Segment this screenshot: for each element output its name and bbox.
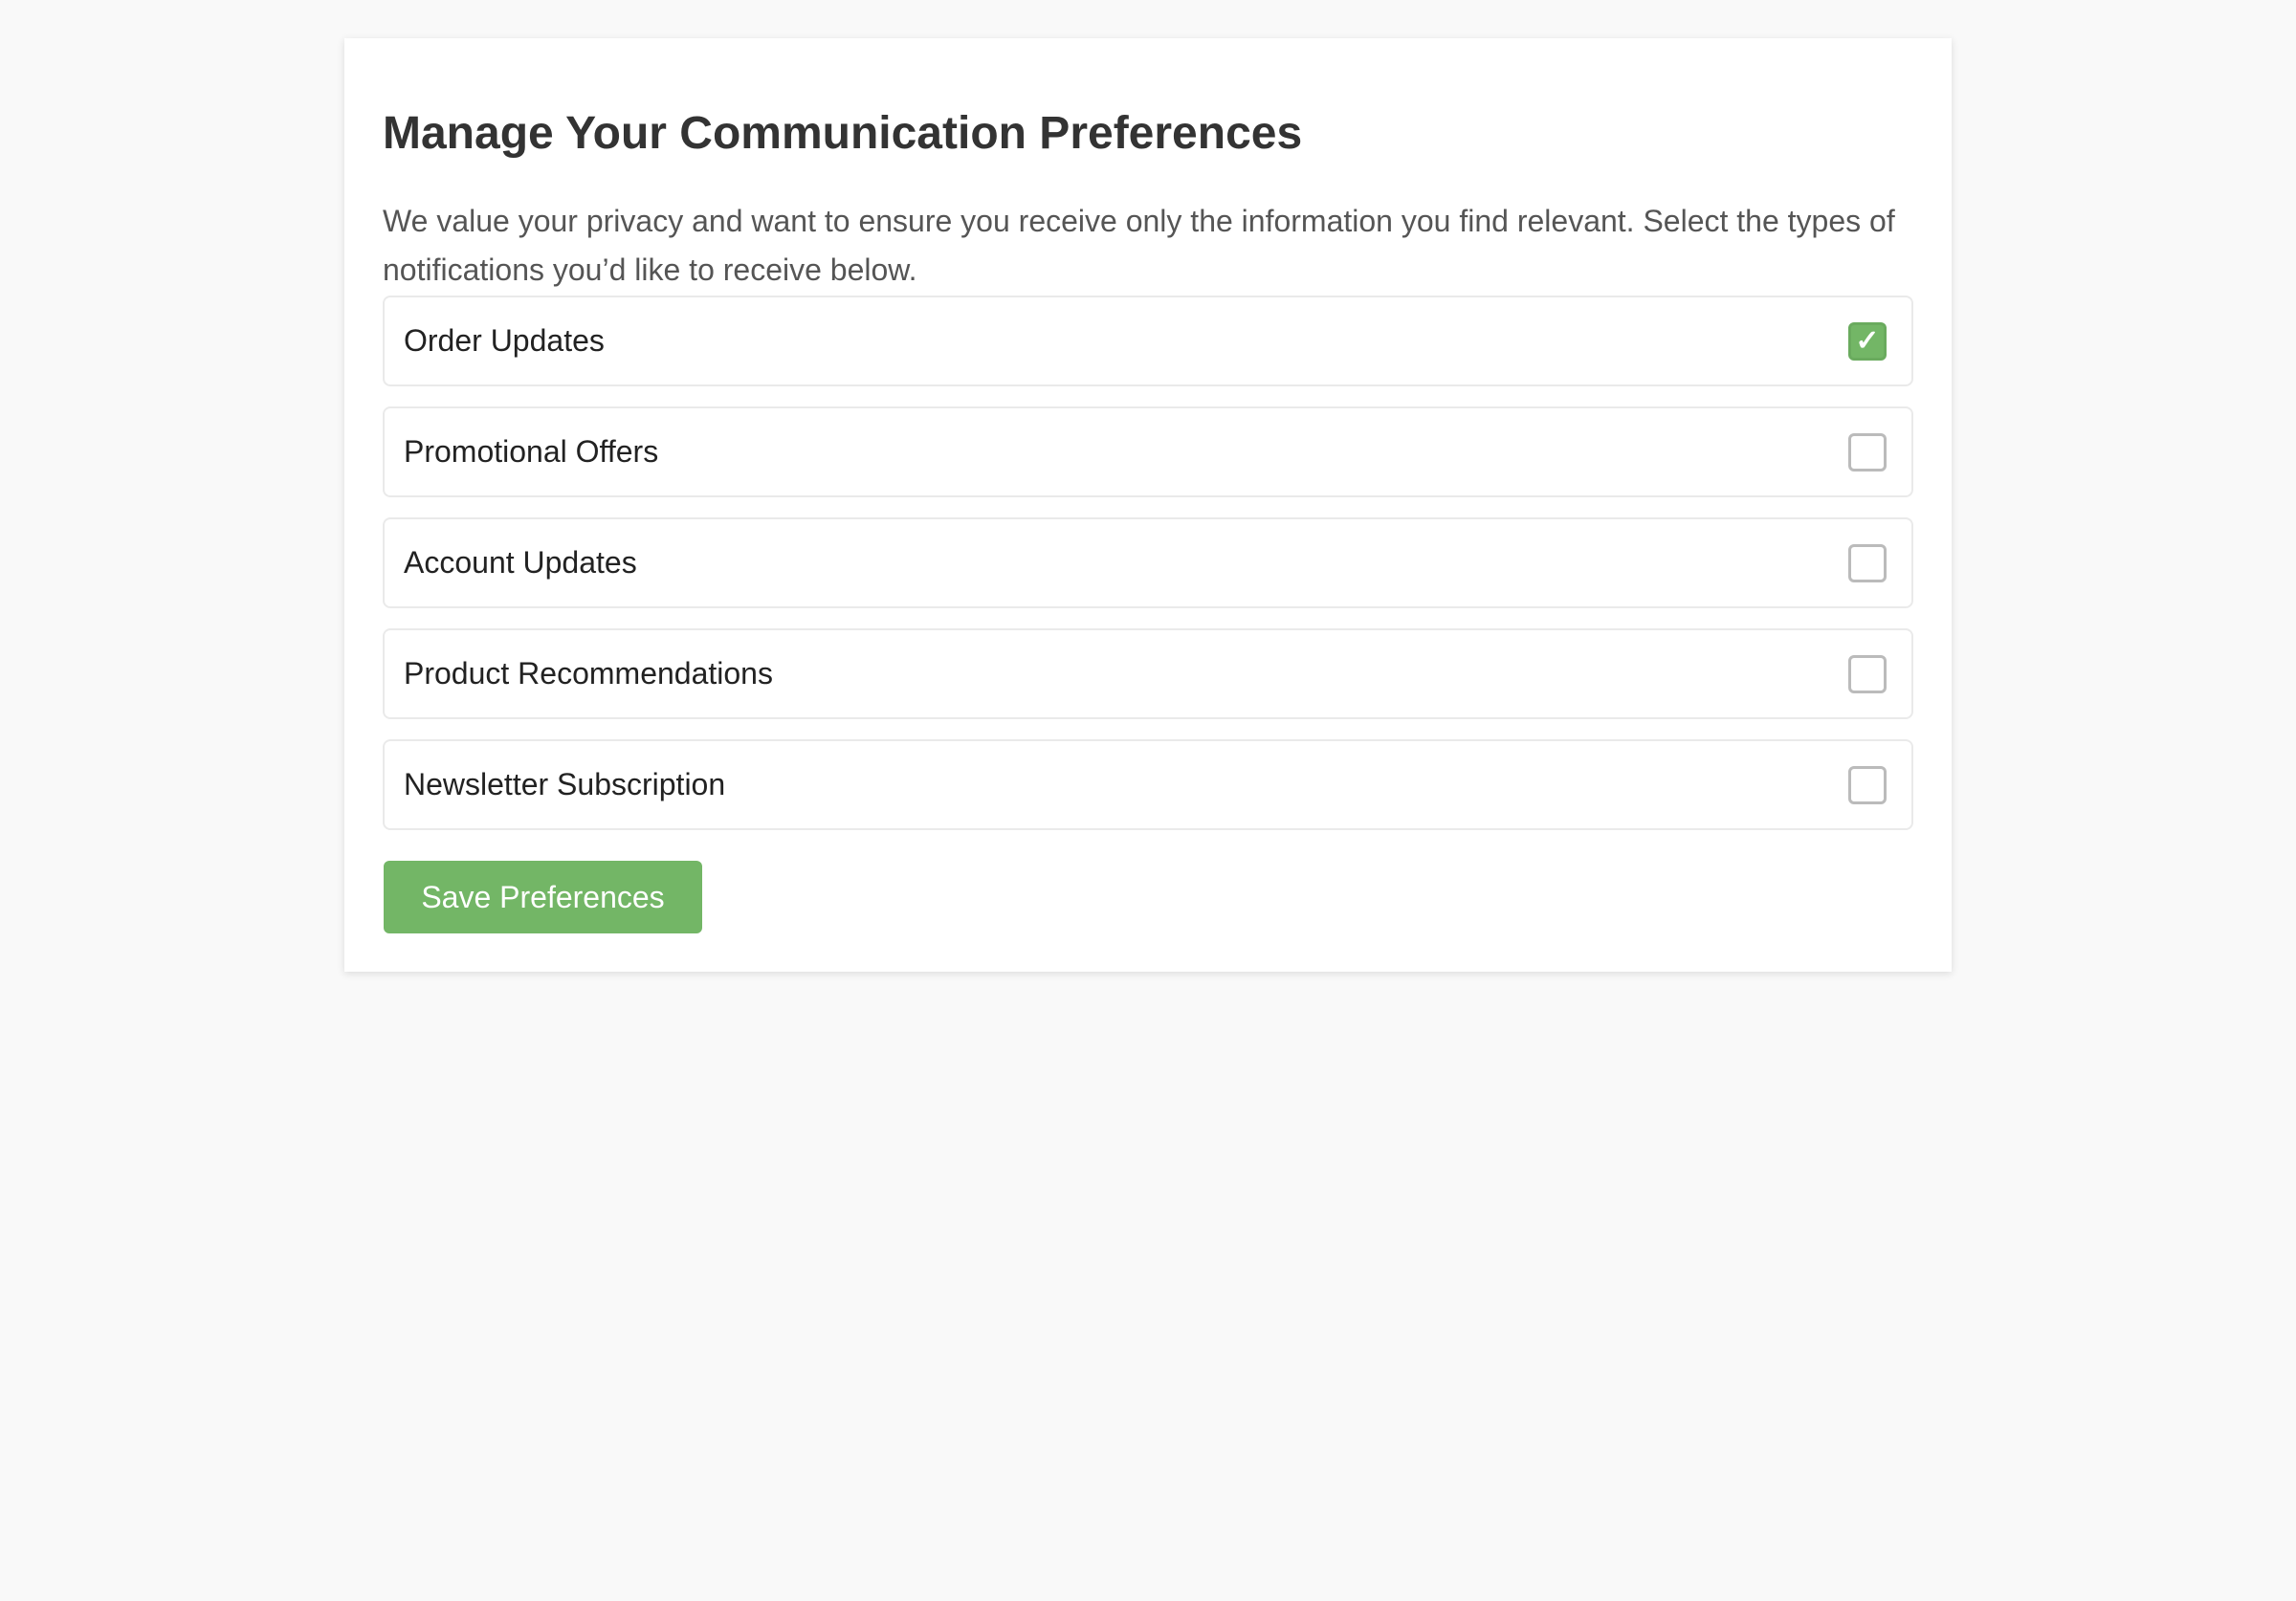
page-description: We value your privacy and want to ensure…	[383, 204, 1895, 287]
preference-checkbox[interactable]: ✓	[1848, 321, 1887, 361]
page-title: Manage Your Communication Preferences	[383, 108, 1303, 159]
preference-label: Account Updates	[404, 545, 637, 580]
preference-label: Newsletter Subscription	[404, 767, 726, 801]
checkmark-icon: ✓	[1855, 325, 1880, 357]
preference-label: Product Recommendations	[404, 656, 773, 691]
preference-checkbox[interactable]	[1848, 654, 1887, 693]
save-preferences-button[interactable]: Save Preferences	[384, 861, 702, 933]
preferences-list: Order Updates ✓ Promotional Offers Accou…	[383, 296, 1913, 850]
preference-checkbox[interactable]	[1848, 543, 1887, 582]
preference-promotional-offers[interactable]: Promotional Offers	[383, 406, 1913, 497]
preference-order-updates[interactable]: Order Updates ✓	[383, 296, 1913, 386]
preference-checkbox[interactable]	[1848, 765, 1887, 804]
preference-product-recommendations[interactable]: Product Recommendations	[383, 628, 1913, 719]
preference-checkbox[interactable]	[1848, 432, 1887, 472]
preference-newsletter-subscription[interactable]: Newsletter Subscription	[383, 739, 1913, 830]
preference-account-updates[interactable]: Account Updates	[383, 517, 1913, 608]
preference-label: Promotional Offers	[404, 434, 659, 469]
preferences-card: Manage Your Communication Preferences We…	[344, 38, 1952, 972]
preference-label: Order Updates	[404, 323, 605, 358]
